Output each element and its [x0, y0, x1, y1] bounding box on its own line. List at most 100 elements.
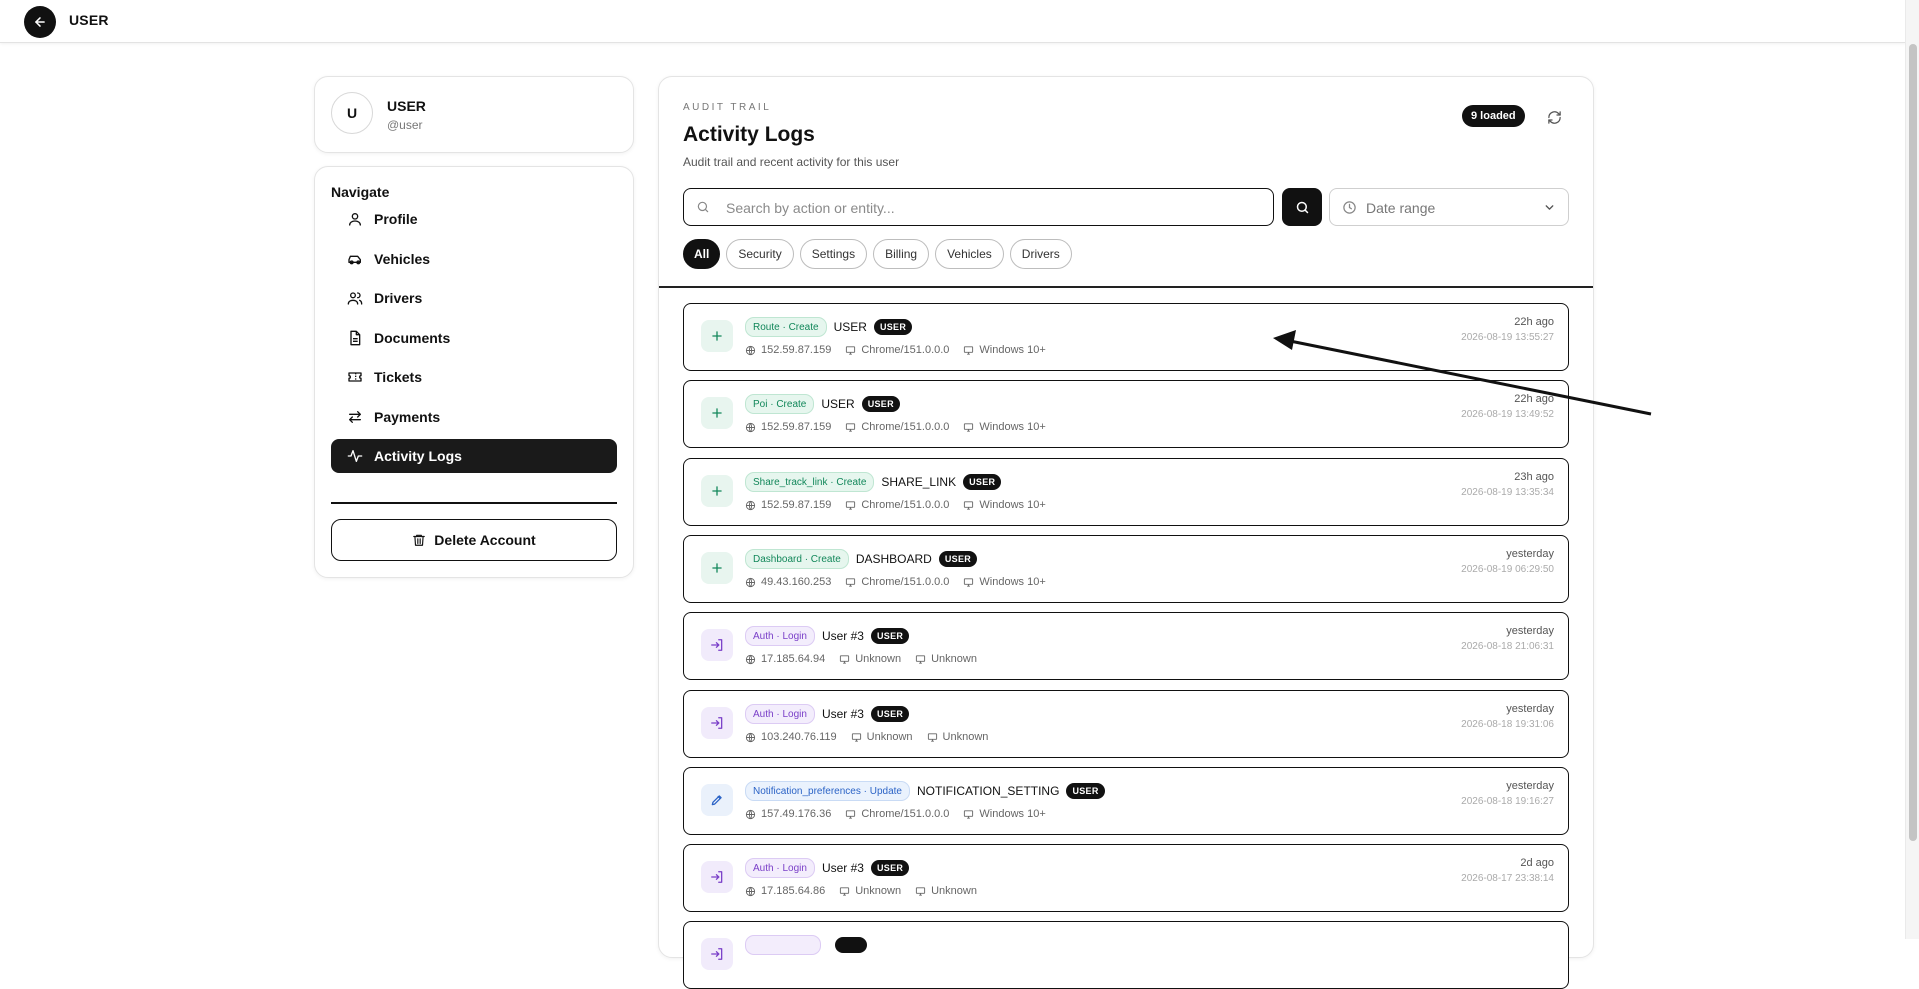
- browser-value: Unknown: [855, 885, 902, 897]
- browser-value: Chrome/151.0.0.0: [861, 576, 950, 588]
- filter-chip-billing[interactable]: Billing: [873, 239, 930, 269]
- globe-icon: [745, 577, 756, 587]
- filter-chip-drivers[interactable]: Drivers: [1009, 239, 1072, 269]
- log-meta: 17.185.64.86 Unknown Unknown: [745, 885, 991, 897]
- ip-value: 103.240.76.119: [761, 731, 837, 743]
- sidebar-item-activity-logs[interactable]: Activity Logs: [331, 439, 617, 473]
- search-field[interactable]: [683, 188, 1274, 227]
- filter-chip-security[interactable]: Security: [726, 239, 794, 269]
- browser: Chrome/151.0.0.0: [845, 344, 949, 356]
- search-icon: [1296, 201, 1308, 213]
- os-value: Windows 10+: [979, 344, 1046, 356]
- filter-chip-vehicles[interactable]: Vehicles: [935, 239, 1004, 269]
- page-scrollbar[interactable]: [1905, 0, 1919, 939]
- sidebar-item-tickets[interactable]: Tickets: [331, 360, 617, 394]
- sidebar-item-documents[interactable]: Documents: [331, 321, 617, 355]
- filter-chip-all[interactable]: All: [683, 239, 721, 269]
- log-row[interactable]: Auth · Login User #3 USER 103.240.76.119 Unk…: [683, 690, 1569, 758]
- globe-icon: [745, 500, 756, 510]
- log-row[interactable]: Share_track_link · Create SHARE_LINK USER 1…: [683, 458, 1569, 526]
- monitor-icon: [846, 500, 856, 510]
- filter-chip-settings[interactable]: Settings: [799, 239, 868, 269]
- desktop-icon: [916, 886, 926, 896]
- role-badge: USER: [870, 628, 910, 644]
- desktop-icon: [964, 345, 974, 355]
- log-row[interactable]: Route · Create USER USER 152.59.87.159 Chrom…: [683, 303, 1569, 371]
- scrollbar-thumb[interactable]: [1909, 44, 1917, 841]
- log-row[interactable]: Poi · Create USER USER 152.59.87.159 Chrome/…: [683, 380, 1569, 448]
- monitor-icon: [846, 577, 856, 587]
- role-badge: USER: [873, 319, 913, 335]
- browser: Unknown: [839, 653, 901, 665]
- browser-value: Chrome/151.0.0.0: [861, 344, 950, 356]
- os-value: Unknown: [942, 731, 989, 743]
- monitor-icon: [846, 809, 856, 819]
- log-row[interactable]: [683, 921, 1569, 989]
- sidebar-item-drivers[interactable]: Drivers: [331, 281, 617, 315]
- profile-name: USER: [387, 98, 426, 114]
- log-time: yesterday 2026-08-18 21:06:31: [1461, 625, 1554, 652]
- log-meta: 152.59.87.159 Chrome/151.0.0.0 Windows 10+: [745, 499, 1060, 511]
- timestamp: 2026-08-17 23:38:14: [1461, 873, 1554, 884]
- sidebar-item-profile[interactable]: Profile: [331, 202, 617, 236]
- login-icon: [711, 871, 723, 883]
- log-header: Auth · Login User #3 USER: [745, 704, 910, 724]
- search-input[interactable]: [724, 189, 1268, 227]
- operating-system: Unknown: [915, 653, 977, 665]
- action-tag: [745, 935, 821, 955]
- browser-value: Chrome/151.0.0.0: [861, 421, 950, 433]
- log-time: 22h ago 2026-08-19 13:55:27: [1461, 316, 1554, 343]
- timestamp: 2026-08-19 13:35:34: [1461, 487, 1554, 498]
- log-row[interactable]: Notification_preferences · Update NOTIFIC…: [683, 767, 1569, 835]
- delete-account-button[interactable]: Delete Account: [331, 519, 617, 561]
- ip-address: 17.185.64.86: [745, 885, 825, 897]
- log-row[interactable]: Auth · Login User #3 USER 17.185.64.86 Unkno…: [683, 844, 1569, 912]
- desktop-icon: [964, 500, 974, 510]
- globe-icon: [745, 886, 756, 896]
- browser: Chrome/151.0.0.0: [845, 808, 949, 820]
- timestamp: 2026-08-18 19:31:06: [1461, 719, 1554, 730]
- operating-system: Windows 10+: [963, 499, 1046, 511]
- refresh-button[interactable]: [1542, 105, 1566, 129]
- sidebar-item-label: Drivers: [374, 290, 423, 306]
- role-badge: [835, 937, 867, 953]
- filter-chips: All Security Settings Billing Vehicles D…: [683, 239, 1072, 269]
- nav-divider: [331, 502, 617, 504]
- date-range-select[interactable]: Date range: [1329, 188, 1569, 226]
- sidebar-item-payments[interactable]: Payments: [331, 400, 617, 434]
- relative-time: 23h ago: [1514, 471, 1554, 483]
- log-row[interactable]: Auth · Login User #3 USER 17.185.64.94 Unkno…: [683, 612, 1569, 680]
- log-row[interactable]: Dashboard · Create DASHBOARD USER 49.43.160…: [683, 535, 1569, 603]
- operating-system: Windows 10+: [963, 421, 1046, 433]
- relative-time: yesterday: [1506, 548, 1554, 560]
- desktop-icon: [964, 809, 974, 819]
- ip-address: 17.185.64.94: [745, 653, 825, 665]
- ip-value: 152.59.87.159: [761, 421, 832, 433]
- login-icon: [711, 717, 723, 729]
- log-type-icon: [701, 707, 733, 739]
- ip-address: 157.49.176.36: [745, 808, 831, 820]
- sidebar-item-label: Payments: [374, 409, 441, 425]
- action-tag: Auth · Login: [745, 626, 815, 646]
- desktop-icon: [964, 577, 974, 587]
- car-icon: [348, 255, 361, 265]
- user-icon: [349, 213, 361, 226]
- activity-logs-card: AUDIT TRAIL Activity Logs Audit trail an…: [658, 76, 1594, 989]
- desktop-icon: [916, 654, 926, 664]
- log-header: Share_track_link · Create SHARE_LINK USER: [745, 472, 1002, 492]
- action-tag: Dashboard · Create: [745, 549, 849, 569]
- entity-label: User #3: [821, 629, 864, 643]
- entity-label: User #3: [821, 861, 864, 875]
- chevron-down-icon: [1545, 205, 1554, 210]
- sidebar-item-vehicles[interactable]: Vehicles: [331, 242, 617, 276]
- top-bar: USER: [0, 0, 1906, 43]
- role-badge: USER: [861, 396, 900, 412]
- os-value: Windows 10+: [979, 808, 1046, 820]
- log-type-icon: [701, 552, 733, 584]
- ip-value: 152.59.87.159: [761, 499, 832, 511]
- search-button[interactable]: [1282, 188, 1322, 226]
- ip-value: 152.59.87.159: [761, 344, 832, 356]
- browser-value: Unknown: [866, 731, 913, 743]
- back-button[interactable]: [24, 6, 56, 38]
- ip-address: 103.240.76.119: [745, 731, 837, 743]
